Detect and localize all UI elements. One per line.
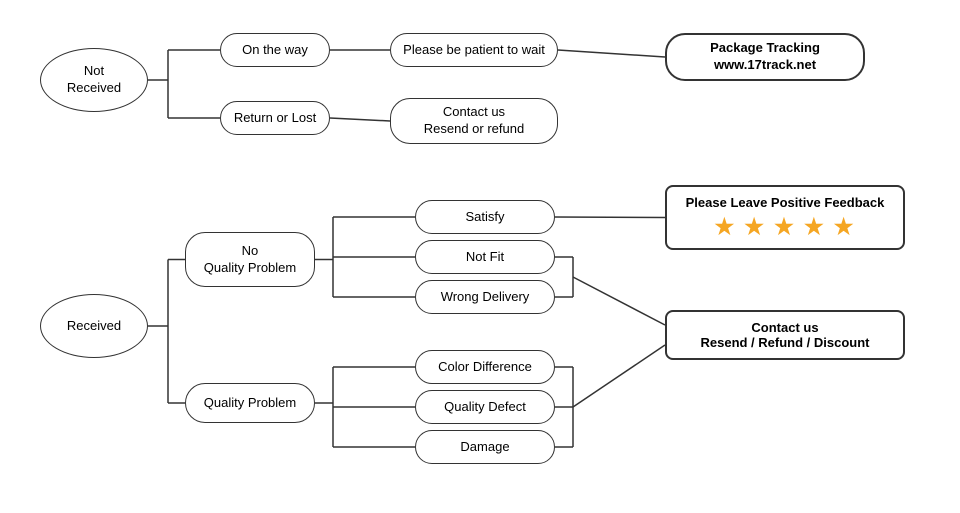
not-received-node: Not Received	[40, 48, 148, 112]
positive-feedback-node: Please Leave Positive Feedback ★ ★ ★ ★ ★	[665, 185, 905, 250]
contact-resend-node: Contact us Resend or refund	[390, 98, 558, 144]
stars-display: ★ ★ ★ ★ ★	[679, 214, 891, 240]
satisfy-node: Satisfy	[415, 200, 555, 234]
not-fit-node: Not Fit	[415, 240, 555, 274]
positive-feedback-label: Please Leave Positive Feedback	[679, 195, 891, 210]
wrong-delivery-node: Wrong Delivery	[415, 280, 555, 314]
received-node: Received	[40, 294, 148, 358]
be-patient-node: Please be patient to wait	[390, 33, 558, 67]
quality-problem-node: Quality Problem	[185, 383, 315, 423]
damage-node: Damage	[415, 430, 555, 464]
no-quality-problem-node: No Quality Problem	[185, 232, 315, 287]
return-or-lost-node: Return or Lost	[220, 101, 330, 135]
quality-defect-node: Quality Defect	[415, 390, 555, 424]
on-the-way-node: On the way	[220, 33, 330, 67]
package-tracking-node: Package Tracking www.17track.net	[665, 33, 865, 81]
contact-us2-label: Contact us Resend / Refund / Discount	[700, 320, 869, 350]
color-difference-node: Color Difference	[415, 350, 555, 384]
diagram: Not Received On the way Return or Lost P…	[0, 0, 960, 513]
contact-us2-node: Contact us Resend / Refund / Discount	[665, 310, 905, 360]
